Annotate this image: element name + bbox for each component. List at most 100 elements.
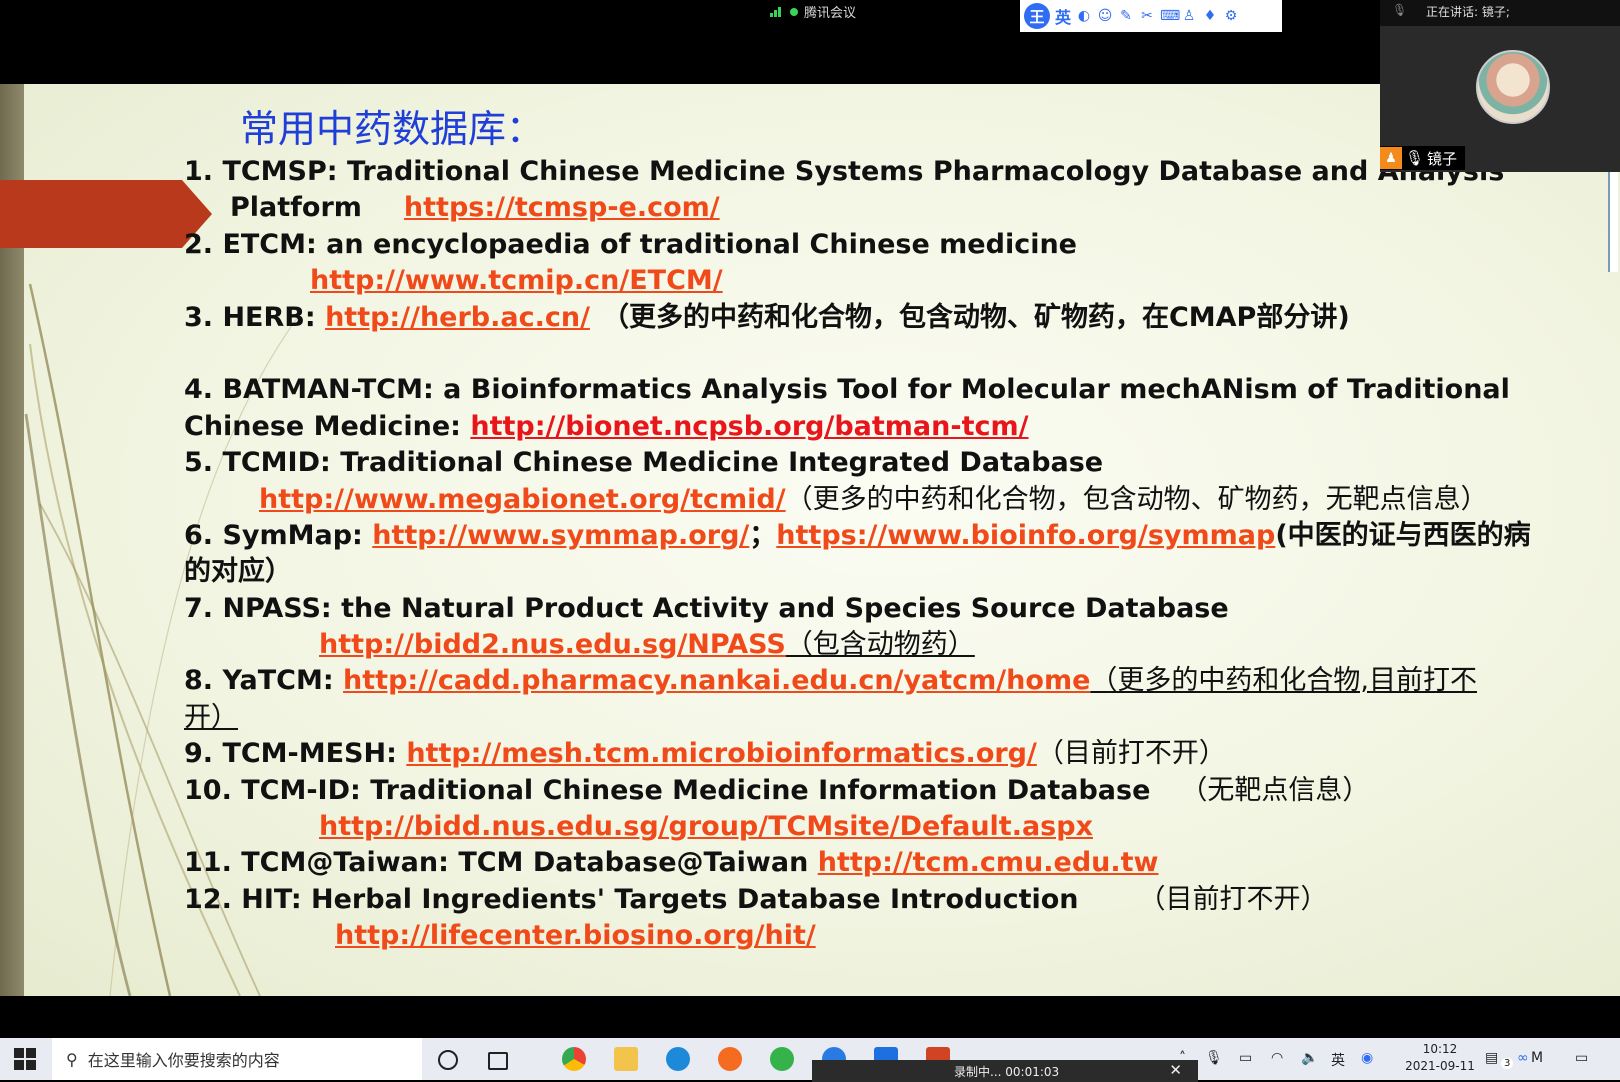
clock-time: 10:12 <box>1422 1042 1458 1056</box>
black-gap <box>0 996 1620 1038</box>
list-item-4-cont: Chinese Medicine: http://bionet.ncpsb.or… <box>184 409 1584 445</box>
edge-icon[interactable] <box>666 1047 690 1071</box>
item-text: 10. TCM-ID: Traditional Chinese Medicine… <box>184 774 1151 806</box>
batman-link[interactable]: http://bionet.ncpsb.org/batman-tcm/ <box>470 411 1028 442</box>
mail-icon[interactable]: M <box>1531 1050 1543 1066</box>
meeting-app-title: 腾讯会议 <box>804 6 857 21</box>
mic-icon: 🎙 <box>1405 149 1425 167</box>
tcmsp-link[interactable]: https://tcmsp-e.com/ <box>404 192 720 223</box>
item-text: Platform <box>230 192 362 224</box>
database-list: 1. TCMSP: Traditional Chinese Medicine S… <box>184 154 1584 955</box>
list-item-11: 11. TCM@Taiwan: TCM Database@Taiwan http… <box>184 845 1584 881</box>
gear-icon[interactable]: ⚙ <box>1223 8 1239 24</box>
taskbar-clock[interactable]: 10:12 2021-09-11 <box>1405 1041 1475 1075</box>
person-icon[interactable]: ♙ <box>1181 8 1197 24</box>
ime-language-indicator[interactable]: 英 <box>1331 1050 1345 1070</box>
task-view-icon[interactable] <box>488 1052 508 1070</box>
item-text: 5. TCMID: Traditional Chinese Medicine I… <box>184 447 1104 479</box>
item-note: （目前打不开） <box>1036 738 1226 770</box>
item-note: 的对应） <box>184 556 292 588</box>
search-placeholder: 在这里输入你要搜索的内容 <box>87 1051 280 1070</box>
list-item-10: 10. TCM-ID: Traditional Chinese Medicine… <box>184 773 1584 809</box>
list-item-9: 9. TCM-MESH: http://mesh.tcm.microbioinf… <box>184 736 1584 772</box>
list-item-4: 4. BATMAN-TCM: a Bioinformatics Analysis… <box>184 372 1584 408</box>
tcm-id-link[interactable]: http://bidd.nus.edu.sg/group/TCMsite/Def… <box>319 811 1093 842</box>
list-item-7-cont: http://bidd2.nus.edu.sg/NPASS（包含动物药） <box>184 627 1584 663</box>
speaker-video-panel[interactable]: 🎙 正在讲话: 镜子; ♟ 🎙 镜子 <box>1380 0 1620 172</box>
item-text: 1. TCMSP: Traditional Chinese Medicine S… <box>184 156 1505 187</box>
item-note: 开） <box>184 701 238 733</box>
item-text: 3. HERB: <box>184 301 326 333</box>
list-item-6: 6. SymMap: http://www.symmap.org/；https:… <box>184 518 1584 554</box>
smile-icon[interactable]: ☺ <box>1097 8 1113 24</box>
scissors-icon[interactable]: ✂ <box>1139 8 1155 24</box>
wechat-icon[interactable] <box>770 1047 794 1071</box>
system-tray: ˄ 🎙 ▭ ◠ 🔈 英 ◉ 10:12 2021-09-11 ▤ 3 ∞ M ▭ <box>1155 1038 1620 1080</box>
status-dot-icon <box>790 7 798 16</box>
app-icon[interactable] <box>718 1047 742 1071</box>
side-scroll-handle[interactable] <box>1608 172 1618 272</box>
shirt-icon[interactable]: ♦ <box>1202 8 1218 24</box>
moon-icon[interactable]: ◐ <box>1076 8 1092 24</box>
item-note: （更多的中药和化合物，包含动物、矿物药，在CMAP部分讲) <box>601 301 1350 333</box>
participant-name: 镜子 <box>1427 149 1458 168</box>
list-item-3: 3. HERB: http://herb.ac.cn/ （更多的中药和化合物，包含… <box>184 300 1584 336</box>
windows-start-icon[interactable] <box>14 1048 36 1070</box>
chat-bubble-icon[interactable]: ▤ <box>1485 1050 1498 1066</box>
microphone-icon: 🎙 <box>1392 3 1408 17</box>
person-icon: ♟ <box>1380 147 1402 169</box>
item-text: 6. SymMap: <box>184 519 373 551</box>
meeting-top-bar: 腾讯会议 王 英 ◐ ☺ ✎ ✂ ⌨ ♙ ♦ ⚙ <box>0 0 1620 84</box>
list-item-5-cont: http://www.megabionet.org/tcmid/（更多的中药和化… <box>184 482 1584 518</box>
ime-language-toggle[interactable]: 英 <box>1055 4 1071 28</box>
npass-link[interactable]: http://bidd2.nus.edu.sg/NPASS <box>319 629 786 660</box>
list-item-2-cont: http://www.tcmip.cn/ETCM/ <box>184 263 1584 299</box>
cortana-icon[interactable] <box>438 1050 458 1070</box>
avatar <box>1476 50 1550 124</box>
slide-arrow-shape <box>0 180 212 248</box>
tcmid-link[interactable]: http://www.megabionet.org/tcmid/ <box>259 484 786 515</box>
chevron-up-icon[interactable]: ˄ <box>1179 1050 1186 1066</box>
symmap-bioinfo-link[interactable]: https://www.bioinfo.org/symmap <box>776 520 1275 551</box>
signal-icon <box>770 6 784 17</box>
hit-link[interactable]: http://lifecenter.biosino.org/hit/ <box>335 920 816 951</box>
yatcm-link[interactable]: http://cadd.pharmacy.nankai.edu.cn/yatcm… <box>343 665 1090 696</box>
battery-icon[interactable]: ▭ <box>1239 1050 1252 1066</box>
recording-label: 录制中... 00:01:03 <box>954 1065 1060 1079</box>
pen-icon[interactable]: ✎ <box>1118 8 1134 24</box>
herb-link[interactable]: http://herb.ac.cn/ <box>325 302 590 333</box>
recording-indicator[interactable]: 录制中... 00:01:03 ✕ <box>812 1060 1198 1082</box>
item-text: Chinese Medicine: <box>184 410 471 442</box>
list-item-2: 2. ETCM: an encyclopaedia of traditional… <box>184 227 1584 263</box>
list-item-6-cont: 的对应） <box>184 554 1584 590</box>
item-text: 2. ETCM: an encyclopaedia of traditional… <box>184 228 1077 260</box>
tcm-mesh-link[interactable]: http://mesh.tcm.microbioinformatics.org/ <box>406 738 1037 769</box>
chrome-icon[interactable] <box>562 1047 586 1071</box>
item-text: 11. TCM@Taiwan: TCM Database@Taiwan <box>184 847 818 879</box>
item-note: （无靶点信息） <box>1180 774 1370 806</box>
ime-icon[interactable]: ◉ <box>1361 1050 1373 1066</box>
volume-icon[interactable]: 🔈 <box>1301 1050 1318 1066</box>
symmap-link[interactable]: http://www.symmap.org/ <box>372 520 749 551</box>
microphone-icon[interactable]: 🎙 <box>1205 1050 1223 1066</box>
file-explorer-icon[interactable] <box>614 1047 638 1071</box>
meeting-title[interactable]: 腾讯会议 <box>770 2 856 21</box>
item-text: 12. HIT: Herbal Ingredients' Targets Dat… <box>184 883 1079 915</box>
ime-logo-icon[interactable]: 王 <box>1024 3 1050 29</box>
keyboard-icon[interactable]: ⌨ <box>1160 8 1180 24</box>
tcm-taiwan-link[interactable]: http://tcm.cmu.edu.tw <box>818 847 1159 878</box>
list-item-8: 8. YaTCM: http://cadd.pharmacy.nankai.ed… <box>184 663 1584 699</box>
list-item-12-cont: http://lifecenter.biosino.org/hit/ <box>184 918 1584 954</box>
notification-center-icon[interactable]: ▭ <box>1575 1050 1588 1066</box>
ime-toolbar[interactable]: 王 英 ◐ ☺ ✎ ✂ ⌨ ♙ ♦ ⚙ <box>1020 0 1282 32</box>
link-icon[interactable]: ∞ <box>1517 1050 1529 1066</box>
item-text: 9. TCM-MESH: <box>184 738 407 770</box>
wifi-icon[interactable]: ◠ <box>1271 1050 1283 1066</box>
speaking-label: 正在讲话: 镜子; <box>1426 5 1510 19</box>
slide-title: 常用中药数据库： <box>240 107 545 151</box>
notification-badge: 3 <box>1501 1058 1514 1069</box>
etcm-link[interactable]: http://www.tcmip.cn/ETCM/ <box>310 265 723 296</box>
presentation-slide: 常用中药数据库： 1. TCMSP: Traditional Chinese M… <box>0 84 1620 996</box>
taskbar-search-input[interactable]: ⚲ 在这里输入你要搜索的内容 <box>52 1038 422 1080</box>
